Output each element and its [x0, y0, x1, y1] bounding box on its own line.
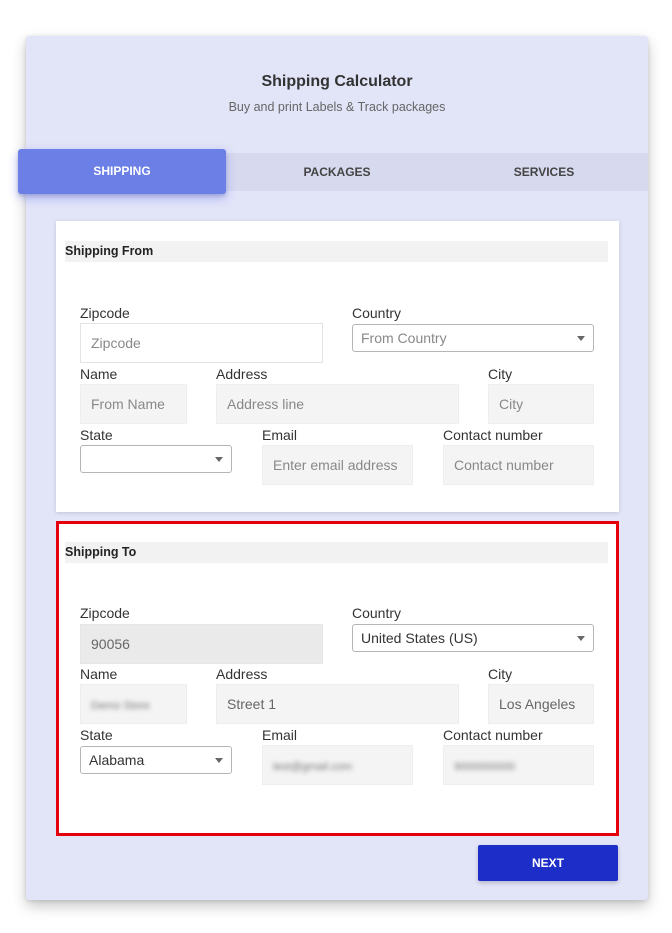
from-country-placeholder: From Country	[361, 330, 447, 346]
from-address-label: Address	[216, 366, 268, 382]
shipping-from-panel: Shipping From Zipcode Zipcode Country Fr…	[56, 221, 619, 512]
from-email-label: Email	[262, 427, 298, 443]
to-email-input[interactable]: test@gmail.com	[262, 745, 413, 785]
from-state-label: State	[80, 427, 113, 443]
next-button[interactable]: NEXT	[478, 845, 618, 881]
from-name-input[interactable]: From Name	[80, 384, 187, 424]
to-country-value: United States (US)	[361, 630, 478, 646]
to-zipcode-input[interactable]: 90056	[80, 624, 323, 664]
to-address-label: Address	[216, 666, 268, 682]
from-address-input[interactable]: Address line	[216, 384, 459, 424]
from-state-select[interactable]	[80, 445, 232, 473]
shipping-to-panel: Shipping To Zipcode 90056 Country United…	[56, 521, 619, 836]
to-zipcode-label: Zipcode	[80, 605, 130, 621]
page-subtitle: Buy and print Labels & Track packages	[228, 100, 446, 114]
to-city-label: City	[488, 666, 513, 682]
to-state-value: Alabama	[89, 752, 145, 768]
to-name-label: Name	[80, 666, 118, 682]
tab-shipping[interactable]: SHIPPING	[18, 149, 226, 194]
to-email-label: Email	[262, 727, 298, 743]
to-name-input[interactable]: Demo Store	[80, 684, 187, 724]
from-email-input[interactable]: Enter email address	[262, 445, 413, 485]
from-name-label: Name	[80, 366, 118, 382]
chevron-down-icon	[577, 636, 585, 641]
from-city-label: City	[488, 366, 513, 382]
to-address-input[interactable]: Street 1	[216, 684, 459, 724]
to-country-select[interactable]: United States (US)	[352, 624, 594, 652]
from-country-label: Country	[352, 305, 402, 321]
from-contact-input[interactable]: Contact number	[443, 445, 594, 485]
page-title: Shipping Calculator	[261, 73, 413, 90]
chevron-down-icon	[577, 336, 585, 341]
from-country-select[interactable]: From Country	[352, 324, 594, 352]
to-contact-label: Contact number	[443, 727, 543, 743]
tab-services[interactable]: SERVICES	[440, 153, 648, 191]
from-zipcode-label: Zipcode	[80, 305, 130, 321]
to-email-value: test@gmail.com	[273, 761, 353, 773]
to-state-select[interactable]: Alabama	[80, 746, 232, 774]
chevron-down-icon	[215, 457, 223, 462]
to-city-input[interactable]: Los Angeles	[488, 684, 594, 724]
to-contact-input[interactable]: 9000000000	[443, 745, 594, 785]
shipping-to-heading: Shipping To	[65, 542, 608, 563]
from-contact-label: Contact number	[443, 427, 543, 443]
from-city-input[interactable]: City	[488, 384, 594, 424]
from-zipcode-input[interactable]: Zipcode	[80, 323, 323, 363]
to-country-label: Country	[352, 605, 402, 621]
shipping-from-heading: Shipping From	[65, 241, 608, 262]
to-name-value: Demo Store	[91, 700, 150, 712]
chevron-down-icon	[215, 758, 223, 763]
tab-packages[interactable]: PACKAGES	[234, 153, 440, 191]
to-contact-value: 9000000000	[454, 761, 516, 773]
to-state-label: State	[80, 727, 113, 743]
